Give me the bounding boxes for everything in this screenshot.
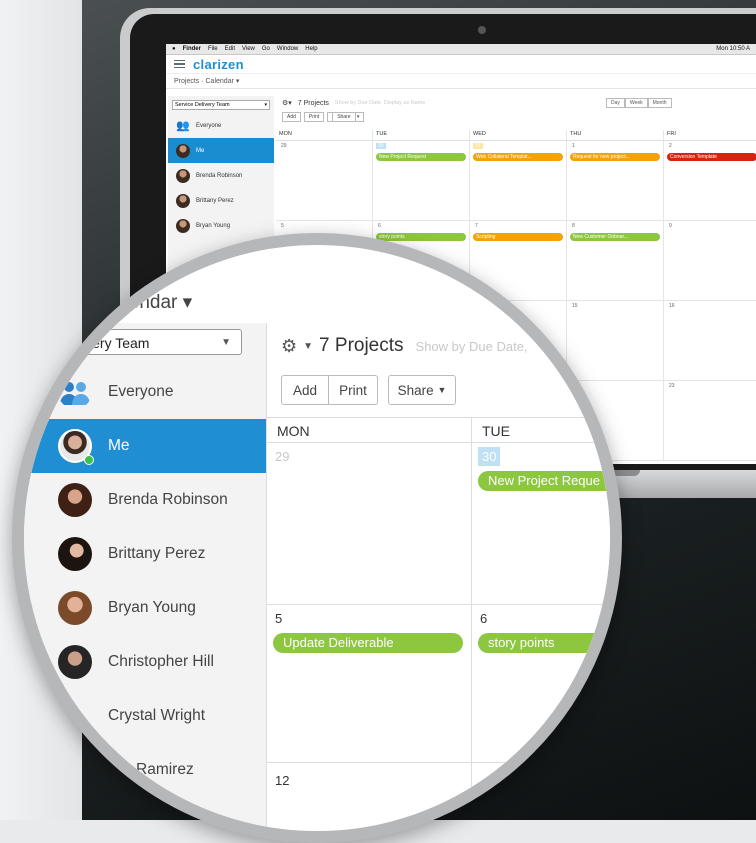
hamburger-icon[interactable] [174, 59, 185, 69]
view-week[interactable]: Week [624, 98, 648, 108]
day-header: MON [276, 130, 373, 141]
print-button[interactable]: Print [328, 375, 378, 405]
breadcrumb-magnified[interactable]: alendar ▾ [114, 291, 192, 314]
avatar [176, 193, 190, 208]
menu-finder[interactable]: Finder [183, 46, 201, 52]
calendar-cell[interactable]: 23 [664, 381, 756, 461]
share-button[interactable]: Share ▼ [388, 375, 456, 405]
view-switcher: Day Week Month [606, 98, 672, 108]
group-icon: 👥 [176, 119, 190, 132]
sidebar-item-bryan[interactable]: Bryan Young [24, 581, 266, 635]
calendar-cell[interactable] [472, 763, 610, 831]
camera-icon [478, 26, 486, 34]
avatar [176, 168, 190, 183]
event-chip[interactable]: Conversion Template [667, 153, 756, 161]
event-chip[interactable]: Scripting [473, 233, 563, 241]
calendar-cell[interactable]: 30 New Project Request [373, 141, 470, 221]
calendar-cell[interactable]: 9 [664, 221, 756, 301]
avatar [58, 537, 92, 571]
event-chip[interactable]: Update Deliverable [273, 633, 463, 653]
avatar [58, 645, 92, 679]
online-status-icon [84, 455, 94, 465]
menu-view[interactable]: View [242, 46, 255, 52]
sidebar-item-everyone[interactable]: Everyone [24, 365, 266, 419]
day-header: TUE [373, 130, 470, 141]
sidebar-item-me[interactable]: Me [24, 419, 266, 473]
app-header: clarizen [166, 55, 756, 74]
sidebar-item-brenda[interactable]: Brenda Robinson [168, 163, 274, 188]
mac-menubar: ● Finder File Edit View Go Window Help M… [166, 44, 756, 55]
calendar-cell[interactable]: 30 New Project Reque [472, 443, 610, 605]
view-day[interactable]: Day [606, 98, 625, 108]
sidebar-magnified: Delivery Team ▼ Everyone Me Brenda Robins… [24, 323, 267, 831]
calendar-cell[interactable]: 31 Web Collateral Templat... [470, 141, 567, 221]
group-icon [60, 382, 90, 405]
sidebar-item-me[interactable]: Me [168, 138, 274, 163]
avatar [176, 143, 190, 158]
day-header: THU [567, 130, 664, 141]
gear-icon[interactable]: ⚙ [281, 336, 297, 357]
menu-file[interactable]: File [208, 46, 218, 52]
display-hint[interactable]: Show by Due Date, Display as Name [335, 100, 425, 106]
calendar-toolbar: ⚙▾ 7 Projects Show by Due Date, Display … [276, 96, 756, 110]
calendar-cell[interactable]: 16 [664, 301, 756, 381]
event-chip[interactable]: Request for new project... [570, 153, 660, 161]
team-select[interactable]: Service Delivery Team [172, 100, 270, 110]
caret-down-icon[interactable]: ▼ [303, 341, 313, 352]
day-header-mon: MON [267, 417, 472, 443]
event-chip[interactable]: New Project Request [376, 153, 466, 161]
event-chip[interactable]: New Customer Onboar... [570, 233, 660, 241]
menu-go[interactable]: Go [262, 46, 270, 52]
clarizen-logo: clarizen [193, 56, 244, 72]
caret-down-icon: ▼ [437, 385, 447, 395]
team-select[interactable]: Delivery Team ▼ [52, 329, 242, 355]
calendar-cell[interactable]: 29 [276, 141, 373, 221]
calendar-cell[interactable]: 1 Request for new project... [567, 141, 664, 221]
view-month[interactable]: Month [647, 98, 672, 108]
event-chip[interactable]: Web Collateral Templat... [473, 153, 563, 161]
menu-window[interactable]: Window [277, 46, 298, 52]
share-button[interactable]: Share ▾ [327, 112, 365, 122]
sidebar-item-crystal[interactable]: Crystal Wright [24, 689, 266, 743]
calendar-main-magnified: ⚙ ▼ 7 Projects Show by Due Date, Add Prin… [267, 323, 610, 831]
calendar-cell[interactable]: 2 Conversion Template [664, 141, 756, 221]
menubar-clock[interactable]: Mon 10:50 A [716, 46, 750, 52]
sidebar-item-brenda[interactable]: Brenda Robinson [24, 473, 266, 527]
event-chip[interactable]: story points [478, 633, 610, 653]
menu-help[interactable]: Help [305, 46, 317, 52]
chevron-down-icon: ▼ [221, 337, 231, 348]
day-header: WED [470, 130, 567, 141]
day-header-tue: TUE [472, 417, 610, 443]
print-button[interactable]: Print [303, 112, 325, 122]
projects-count: 7 Projects [319, 335, 404, 356]
sidebar-item-brittany[interactable]: Brittany Perez [24, 527, 266, 581]
sidebar-item-ramirez[interactable]: Ramirez [24, 743, 266, 797]
day-header: FRI [664, 130, 756, 141]
add-button[interactable]: Add [281, 375, 329, 405]
menu-edit[interactable]: Edit [225, 46, 235, 52]
event-chip[interactable]: story points [376, 233, 466, 241]
sidebar-item-brittany[interactable]: Brittany Perez [168, 188, 274, 213]
calendar-cell[interactable]: 29 [267, 443, 472, 605]
projects-count: 7 Projects [297, 99, 329, 107]
sidebar-item-bryan[interactable]: Bryan Young [168, 213, 274, 238]
action-buttons: Add Print Share ▾ [276, 112, 756, 122]
avatar [176, 218, 190, 233]
sidebar-item-everyone[interactable]: 👥 Everyone [168, 113, 274, 138]
gear-icon[interactable]: ⚙▾ [282, 99, 292, 107]
calendar-toolbar: ⚙ ▼ 7 Projects Show by Due Date, [281, 335, 528, 357]
display-hint[interactable]: Show by Due Date, [416, 339, 528, 354]
avatar [58, 591, 92, 625]
event-chip[interactable]: New Project Reque [478, 471, 610, 491]
calendar-cell[interactable]: 12 [267, 763, 472, 831]
magnifier-circle: alendar ▾ Delivery Team ▼ Everyone Me Bre… [12, 233, 622, 843]
breadcrumb[interactable]: Projects · Calendar ▾ [166, 74, 756, 89]
apple-icon[interactable]: ● [172, 46, 176, 52]
calendar-cell[interactable]: 5 Update Deliverable [267, 605, 472, 763]
add-button[interactable]: Add [282, 112, 301, 122]
calendar-cell[interactable]: 6 story points [472, 605, 610, 763]
avatar [58, 483, 92, 517]
sidebar-item-christopher[interactable]: Christopher Hill [24, 635, 266, 689]
